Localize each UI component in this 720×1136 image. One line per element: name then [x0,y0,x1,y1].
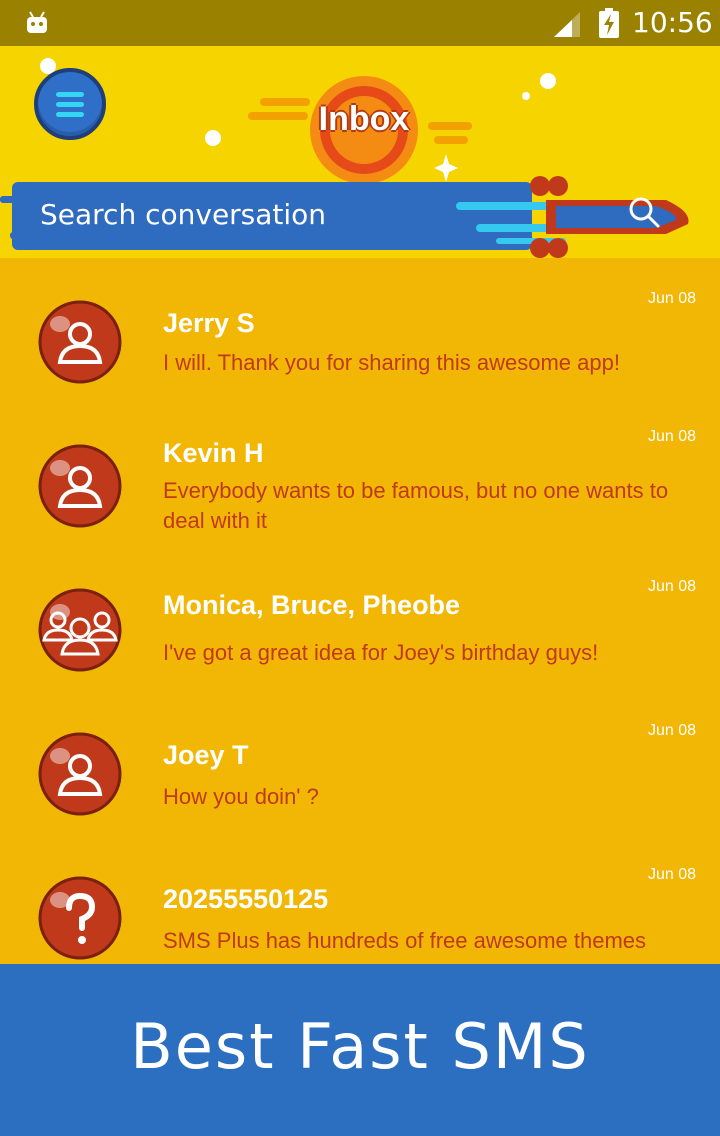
message-date: Jun 08 [647,866,696,883]
inbox-title: Inbox [318,100,410,138]
group-icon [38,588,122,672]
contact-name: Kevin H [163,438,264,468]
message-preview: SMS Plus has hundreds of free awesome th… [163,928,647,953]
person-icon [38,732,122,816]
menu-button[interactable] [34,68,106,140]
question-icon [38,876,122,960]
contact-name: Jerry S [163,308,255,338]
person-icon [38,300,122,384]
message-preview: I've got a great idea for Joey's birthda… [163,640,599,665]
message-preview: Everybody wants to be famous, but no one… [163,478,669,533]
search-input[interactable] [40,192,500,236]
promo-banner[interactable]: Best Fast SMS [0,964,720,1136]
contact-name: Joey T [163,740,249,770]
status-bar: 10:56 [0,0,720,46]
message-preview: I will. Thank you for sharing this aweso… [163,350,620,375]
message-date: Jun 08 [647,722,696,739]
inbox-header: Inbox [0,46,720,258]
contact-name: 20255550125 [163,884,329,914]
banner-text: Best Fast SMS [130,1010,590,1083]
clock: 10:56 [632,6,713,39]
conversation-item[interactable]: 20255550125 SMS Plus has hundreds of fre… [0,864,720,964]
battery-charging-icon [599,8,619,38]
search-icon[interactable] [626,194,662,230]
signal-icon [554,12,580,37]
message-preview: How you doin' ? [163,784,319,809]
conversation-list: Jerry S I will. Thank you for sharing th… [0,258,720,964]
menu-icon [56,92,84,97]
contact-name: Monica, Bruce, Pheobe [163,590,461,620]
message-date: Jun 08 [647,290,696,307]
android-icon [27,11,47,33]
conversation-item[interactable]: Monica, Bruce, Pheobe I've got a great i… [0,576,720,720]
conversation-item[interactable]: Kevin H Everybody wants to be famous, bu… [0,428,720,576]
conversation-item[interactable]: Joey T How you doin' ? Jun 08 [0,720,720,864]
conversation-item[interactable]: Jerry S I will. Thank you for sharing th… [0,288,720,432]
message-date: Jun 08 [647,428,696,445]
person-icon [38,444,122,528]
message-date: Jun 08 [647,578,696,595]
